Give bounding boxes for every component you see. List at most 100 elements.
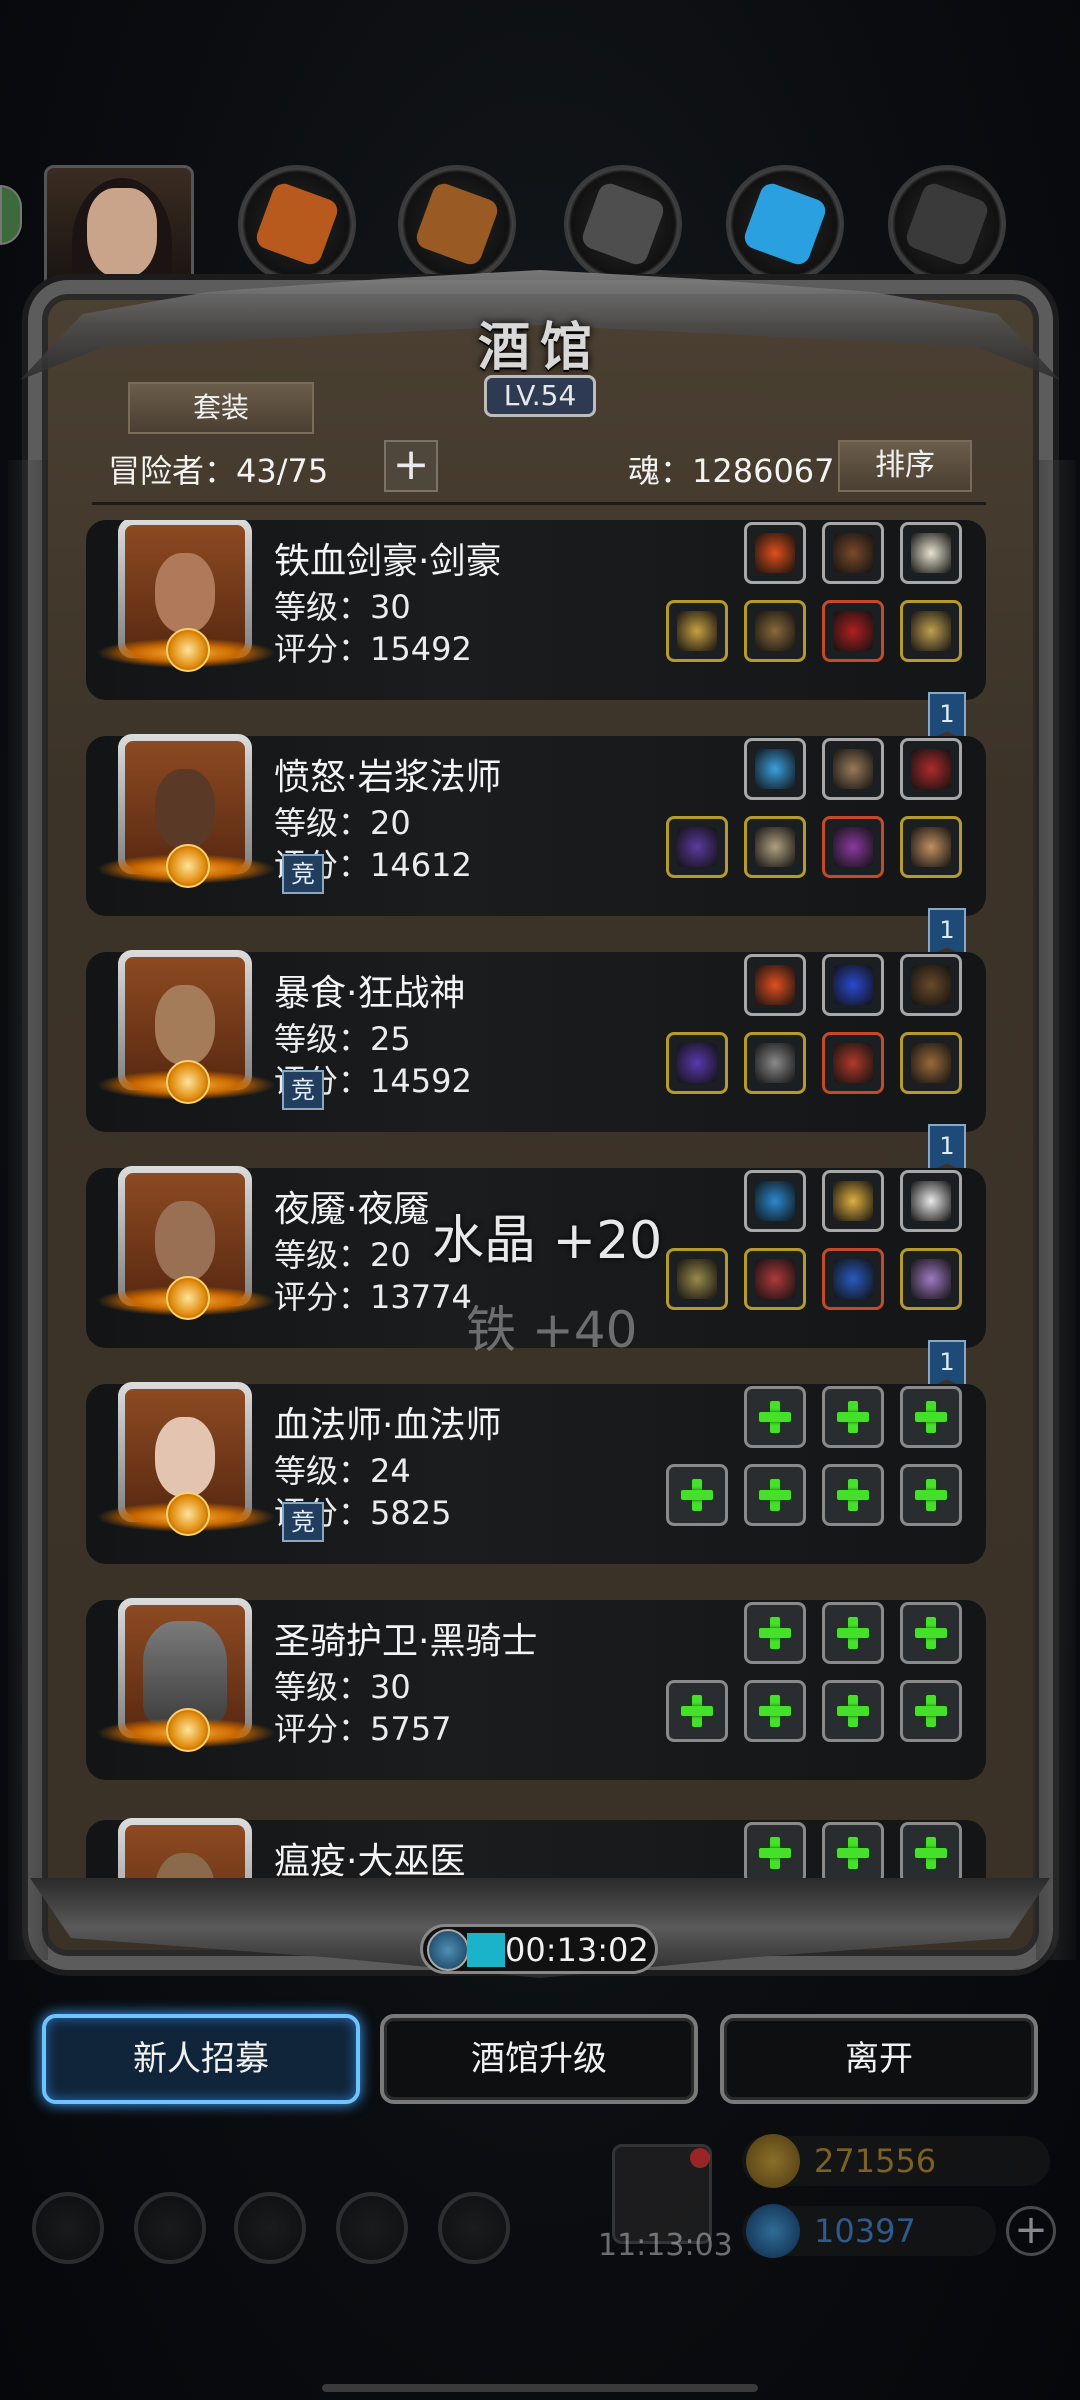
- upgrade-tavern-button[interactable]: 酒馆升级: [380, 2014, 698, 2104]
- equipment-slot[interactable]: [900, 600, 962, 662]
- add-adventurer-slot-button[interactable]: +: [384, 440, 438, 492]
- timer-text: 00:13:02: [505, 1931, 649, 1969]
- add-equipment-button[interactable]: [666, 1464, 728, 1526]
- rank-badge-icon: [166, 844, 210, 888]
- equipment-slot[interactable]: [900, 954, 962, 1016]
- soul-count: 魂：1286067: [628, 452, 835, 490]
- left-side-indicator[interactable]: [0, 185, 22, 245]
- iron-icon[interactable]: [564, 165, 682, 283]
- add-equipment-button[interactable]: [744, 1602, 806, 1664]
- mail-icon[interactable]: [336, 2192, 408, 2264]
- add-equipment-button[interactable]: [822, 1464, 884, 1526]
- notification-dot: [690, 2148, 710, 2168]
- hero-row[interactable]: 圣骑护卫·黑骑士 等级：30 评分：5757: [86, 1598, 986, 1780]
- star-icon[interactable]: [134, 2192, 206, 2264]
- team-tag: 1: [928, 908, 966, 956]
- stone-icon[interactable]: [888, 165, 1006, 283]
- home-indicator[interactable]: [322, 2384, 758, 2392]
- leave-button[interactable]: 离开: [720, 2014, 1038, 2104]
- equipment-slot[interactable]: [666, 1032, 728, 1094]
- equipment-slot[interactable]: [744, 600, 806, 662]
- wood-icon[interactable]: [398, 165, 516, 283]
- team-tag: 1: [928, 1340, 966, 1388]
- add-equipment-button[interactable]: [822, 1602, 884, 1664]
- adventurer-count: 冒险者：43/75: [108, 452, 329, 490]
- equipment-slot[interactable]: [822, 816, 884, 878]
- right-ornament: [1036, 460, 1076, 1960]
- equipment-slot[interactable]: [744, 954, 806, 1016]
- arena-tag: 竞: [282, 1502, 324, 1542]
- bread-icon[interactable]: [238, 165, 356, 283]
- add-equipment-button[interactable]: [900, 1602, 962, 1664]
- add-equipment-button[interactable]: [744, 1386, 806, 1448]
- hero-row[interactable]: 血法师·血法师 等级：24 评分：5825 竞: [86, 1382, 986, 1564]
- add-equipment-button[interactable]: [822, 1680, 884, 1742]
- equipment-slot[interactable]: [744, 1170, 806, 1232]
- gift-timer: 11:13:03: [598, 2228, 733, 2263]
- equipment-slot[interactable]: [822, 522, 884, 584]
- header-divider: [92, 502, 986, 505]
- equipment-slot[interactable]: [744, 522, 806, 584]
- rank-badge-icon: [166, 1708, 210, 1752]
- crystal-icon[interactable]: [726, 165, 844, 283]
- hero-name: 愤怒·岩浆法师: [274, 757, 502, 798]
- add-equipment-button[interactable]: [900, 1464, 962, 1526]
- settings-icon[interactable]: [32, 2192, 104, 2264]
- refresh-timer: 00:13:02: [420, 1924, 658, 1974]
- hero-level: 等级：25: [274, 1020, 411, 1058]
- equipment-slot[interactable]: [900, 816, 962, 878]
- equipment-slot[interactable]: [822, 738, 884, 800]
- hero-name: 暴食·狂战神: [274, 973, 466, 1014]
- add-equipment-button[interactable]: [822, 1386, 884, 1448]
- equipment-slot[interactable]: [666, 1248, 728, 1310]
- rank-badge-icon: [166, 1060, 210, 1104]
- timer-progress-fill: [467, 1933, 505, 1967]
- recruit-button[interactable]: 新人招募: [42, 2014, 360, 2104]
- equipment-slot[interactable]: [900, 1032, 962, 1094]
- equipment-slot[interactable]: [900, 738, 962, 800]
- add-equipment-button[interactable]: [744, 1680, 806, 1742]
- rank-badge-icon: [166, 1492, 210, 1536]
- add-equipment-button[interactable]: [744, 1464, 806, 1526]
- add-equipment-button[interactable]: [900, 1386, 962, 1448]
- tavern-level-badge: LV.54: [484, 375, 596, 417]
- gold-icon: [746, 2134, 800, 2188]
- clock-icon: [427, 1929, 469, 1971]
- equipment-slot[interactable]: [666, 600, 728, 662]
- hero-score: 评分：5757: [274, 1710, 452, 1748]
- equipment-slot[interactable]: [744, 738, 806, 800]
- equipment-slot[interactable]: [822, 1170, 884, 1232]
- equipment-slot[interactable]: [900, 1248, 962, 1310]
- map-icon[interactable]: [438, 2192, 510, 2264]
- add-equipment-button[interactable]: [744, 1822, 806, 1884]
- hero-name: 铁血剑豪·剑豪: [274, 541, 502, 582]
- rank-badge-icon: [166, 1276, 210, 1320]
- equipment-slot[interactable]: [666, 816, 728, 878]
- gold-value: 271556: [814, 2142, 937, 2180]
- equipment-slot[interactable]: [822, 1248, 884, 1310]
- hero-level: 等级：30: [274, 588, 411, 626]
- equipment-slot[interactable]: [744, 816, 806, 878]
- add-equipment-button[interactable]: [900, 1822, 962, 1884]
- add-equipment-button[interactable]: [666, 1680, 728, 1742]
- equipment-slot[interactable]: [822, 1032, 884, 1094]
- equipment-slot[interactable]: [744, 1032, 806, 1094]
- hero-row[interactable]: 愤怒·岩浆法师 等级：20 评分：14612 1 竞: [86, 734, 986, 956]
- hero-level: 等级：20: [274, 804, 411, 842]
- hero-level: 等级：30: [274, 1668, 411, 1706]
- equipment-slot[interactable]: [900, 1170, 962, 1232]
- equipment-slot[interactable]: [822, 600, 884, 662]
- outfit-button[interactable]: 套装: [128, 382, 314, 434]
- hero-icon[interactable]: [234, 2192, 306, 2264]
- equipment-slot[interactable]: [822, 954, 884, 1016]
- sort-button[interactable]: 排序: [838, 440, 972, 492]
- hero-score: 评分：13774: [274, 1278, 472, 1316]
- gold-counter: 271556: [742, 2134, 1050, 2188]
- equipment-slot[interactable]: [744, 1248, 806, 1310]
- add-equipment-button[interactable]: [822, 1822, 884, 1884]
- hero-row[interactable]: 铁血剑豪·剑豪 等级：30 评分：15492 1: [86, 520, 986, 740]
- equipment-slot[interactable]: [900, 522, 962, 584]
- add-equipment-button[interactable]: [900, 1680, 962, 1742]
- add-gems-button[interactable]: +: [1006, 2206, 1056, 2256]
- hero-row[interactable]: 暴食·狂战神 等级：25 评分：14592 1 竞: [86, 950, 986, 1172]
